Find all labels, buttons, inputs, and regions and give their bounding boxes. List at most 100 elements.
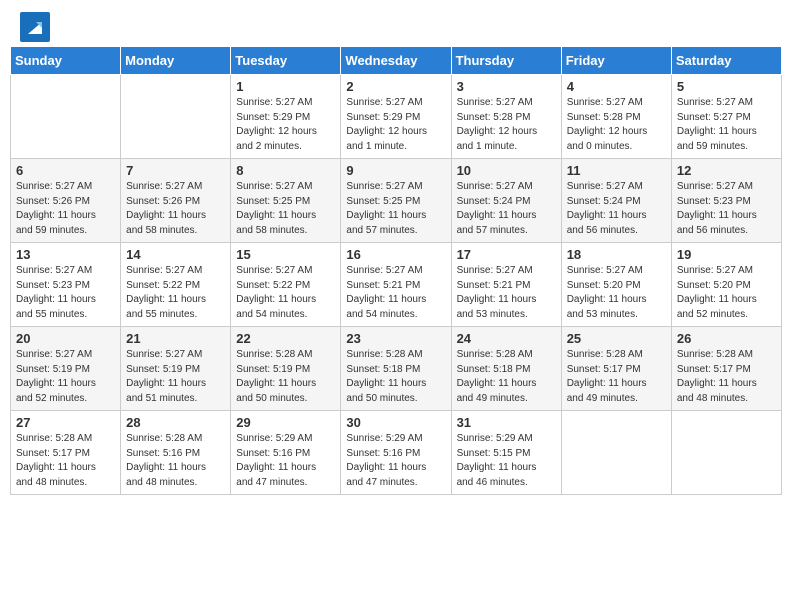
day-number: 8 <box>236 163 335 178</box>
calendar-day-cell: 11 Sunrise: 5:27 AM Sunset: 5:24 PM Dayli… <box>561 159 671 243</box>
calendar-day-cell: 21 Sunrise: 5:27 AM Sunset: 5:19 PM Dayli… <box>121 327 231 411</box>
day-info: Sunrise: 5:27 AM Sunset: 5:24 PM Dayligh… <box>567 180 666 238</box>
day-number: 27 <box>16 415 115 430</box>
calendar-day-cell: 1 Sunrise: 5:27 AM Sunset: 5:29 PM Daylig… <box>231 75 341 159</box>
day-info: Sunrise: 5:27 AM Sunset: 5:28 PM Dayligh… <box>457 96 556 154</box>
day-number: 17 <box>457 247 556 262</box>
day-info: Sunrise: 5:28 AM Sunset: 5:19 PM Dayligh… <box>236 348 335 406</box>
day-info: Sunrise: 5:27 AM Sunset: 5:20 PM Dayligh… <box>677 264 776 322</box>
day-info: Sunrise: 5:28 AM Sunset: 5:18 PM Dayligh… <box>346 348 445 406</box>
day-info: Sunrise: 5:27 AM Sunset: 5:25 PM Dayligh… <box>236 180 335 238</box>
calendar-week-row: 20 Sunrise: 5:27 AM Sunset: 5:19 PM Dayli… <box>11 327 782 411</box>
day-info: Sunrise: 5:27 AM Sunset: 5:23 PM Dayligh… <box>677 180 776 238</box>
calendar-day-cell <box>561 411 671 495</box>
calendar-day-cell: 23 Sunrise: 5:28 AM Sunset: 5:18 PM Dayli… <box>341 327 451 411</box>
day-info: Sunrise: 5:29 AM Sunset: 5:16 PM Dayligh… <box>236 432 335 490</box>
day-info: Sunrise: 5:29 AM Sunset: 5:15 PM Dayligh… <box>457 432 556 490</box>
day-info: Sunrise: 5:27 AM Sunset: 5:29 PM Dayligh… <box>346 96 445 154</box>
calendar-day-cell: 22Sunrise: 5:28 AM Sunset: 5:19 PM Dayli… <box>231 327 341 411</box>
page-header <box>0 0 792 46</box>
day-number: 11 <box>567 163 666 178</box>
calendar-day-header: Sunday <box>11 47 121 75</box>
calendar-day-cell <box>671 411 781 495</box>
calendar-day-cell: 26 Sunrise: 5:28 AM Sunset: 5:17 PM Dayli… <box>671 327 781 411</box>
day-number: 31 <box>457 415 556 430</box>
day-info: Sunrise: 5:28 AM Sunset: 5:17 PM Dayligh… <box>16 432 115 490</box>
day-number: 19 <box>677 247 776 262</box>
calendar-day-cell: 17 Sunrise: 5:27 AM Sunset: 5:21 PM Dayli… <box>451 243 561 327</box>
calendar-day-header: Saturday <box>671 47 781 75</box>
day-number: 1 <box>236 79 335 94</box>
logo <box>20 12 54 42</box>
calendar-day-cell: 14Sunrise: 5:27 AM Sunset: 5:22 PM Dayli… <box>121 243 231 327</box>
day-number: 25 <box>567 331 666 346</box>
day-info: Sunrise: 5:27 AM Sunset: 5:21 PM Dayligh… <box>457 264 556 322</box>
day-number: 24 <box>457 331 556 346</box>
calendar-day-cell: 12 Sunrise: 5:27 AM Sunset: 5:23 PM Dayli… <box>671 159 781 243</box>
calendar-day-cell: 10 Sunrise: 5:27 AM Sunset: 5:24 PM Dayli… <box>451 159 561 243</box>
calendar-day-cell: 31 Sunrise: 5:29 AM Sunset: 5:15 PM Dayli… <box>451 411 561 495</box>
calendar-day-cell: 3 Sunrise: 5:27 AM Sunset: 5:28 PM Daylig… <box>451 75 561 159</box>
calendar-day-cell <box>11 75 121 159</box>
day-number: 10 <box>457 163 556 178</box>
day-number: 12 <box>677 163 776 178</box>
day-number: 20 <box>16 331 115 346</box>
day-number: 30 <box>346 415 445 430</box>
calendar-header-row: SundayMondayTuesdayWednesdayThursdayFrid… <box>11 47 782 75</box>
day-info: Sunrise: 5:27 AM Sunset: 5:26 PM Dayligh… <box>126 180 225 238</box>
day-info: Sunrise: 5:27 AM Sunset: 5:24 PM Dayligh… <box>457 180 556 238</box>
calendar-day-cell <box>121 75 231 159</box>
day-number: 13 <box>16 247 115 262</box>
calendar-wrapper: SundayMondayTuesdayWednesdayThursdayFrid… <box>0 46 792 505</box>
day-info: Sunrise: 5:27 AM Sunset: 5:22 PM Dayligh… <box>236 264 335 322</box>
day-info: Sunrise: 5:27 AM Sunset: 5:25 PM Dayligh… <box>346 180 445 238</box>
calendar-week-row: 1 Sunrise: 5:27 AM Sunset: 5:29 PM Daylig… <box>11 75 782 159</box>
day-info: Sunrise: 5:27 AM Sunset: 5:20 PM Dayligh… <box>567 264 666 322</box>
day-number: 26 <box>677 331 776 346</box>
day-info: Sunrise: 5:27 AM Sunset: 5:21 PM Dayligh… <box>346 264 445 322</box>
calendar-day-cell: 24 Sunrise: 5:28 AM Sunset: 5:18 PM Dayli… <box>451 327 561 411</box>
day-number: 23 <box>346 331 445 346</box>
calendar-day-cell: 18 Sunrise: 5:27 AM Sunset: 5:20 PM Dayli… <box>561 243 671 327</box>
day-info: Sunrise: 5:28 AM Sunset: 5:18 PM Dayligh… <box>457 348 556 406</box>
day-info: Sunrise: 5:27 AM Sunset: 5:29 PM Dayligh… <box>236 96 335 154</box>
day-number: 5 <box>677 79 776 94</box>
day-info: Sunrise: 5:28 AM Sunset: 5:17 PM Dayligh… <box>567 348 666 406</box>
calendar-day-cell: 20 Sunrise: 5:27 AM Sunset: 5:19 PM Dayli… <box>11 327 121 411</box>
day-info: Sunrise: 5:27 AM Sunset: 5:23 PM Dayligh… <box>16 264 115 322</box>
calendar-week-row: 13 Sunrise: 5:27 AM Sunset: 5:23 PM Dayli… <box>11 243 782 327</box>
day-number: 2 <box>346 79 445 94</box>
day-number: 28 <box>126 415 225 430</box>
calendar-day-cell: 6Sunrise: 5:27 AM Sunset: 5:26 PM Daylig… <box>11 159 121 243</box>
day-number: 14 <box>126 247 225 262</box>
calendar-day-cell: 8 Sunrise: 5:27 AM Sunset: 5:25 PM Daylig… <box>231 159 341 243</box>
day-number: 6 <box>16 163 115 178</box>
day-number: 7 <box>126 163 225 178</box>
calendar-day-cell: 7 Sunrise: 5:27 AM Sunset: 5:26 PM Daylig… <box>121 159 231 243</box>
calendar-day-cell: 19 Sunrise: 5:27 AM Sunset: 5:20 PM Dayli… <box>671 243 781 327</box>
calendar-day-cell: 29 Sunrise: 5:29 AM Sunset: 5:16 PM Dayli… <box>231 411 341 495</box>
calendar-day-header: Wednesday <box>341 47 451 75</box>
calendar-week-row: 6 Sunrise: 5:27 AM Sunset: 5:26 PM Daylig… <box>11 159 782 243</box>
calendar-day-cell: 28 Sunrise: 5:28 AM Sunset: 5:16 PM Dayli… <box>121 411 231 495</box>
day-number: 29 <box>236 415 335 430</box>
day-info: Sunrise: 5:29 AM Sunset: 5:16 PM Dayligh… <box>346 432 445 490</box>
day-number: 4 <box>567 79 666 94</box>
calendar-day-cell: 25 Sunrise: 5:28 AM Sunset: 5:17 PM Dayli… <box>561 327 671 411</box>
day-number: 21 <box>126 331 225 346</box>
day-info: Sunrise: 5:27 AM Sunset: 5:19 PM Dayligh… <box>126 348 225 406</box>
calendar-day-cell: 2 Sunrise: 5:27 AM Sunset: 5:29 PM Daylig… <box>341 75 451 159</box>
day-info: Sunrise: 5:27 AM Sunset: 5:19 PM Dayligh… <box>16 348 115 406</box>
calendar-day-cell: 4 Sunrise: 5:27 AM Sunset: 5:28 PM Daylig… <box>561 75 671 159</box>
calendar-table: SundayMondayTuesdayWednesdayThursdayFrid… <box>10 46 782 495</box>
day-number: 3 <box>457 79 556 94</box>
logo-icon <box>20 12 50 42</box>
calendar-day-header: Thursday <box>451 47 561 75</box>
day-info: Sunrise: 5:27 AM Sunset: 5:28 PM Dayligh… <box>567 96 666 154</box>
day-info: Sunrise: 5:28 AM Sunset: 5:17 PM Dayligh… <box>677 348 776 406</box>
calendar-day-header: Monday <box>121 47 231 75</box>
day-info: Sunrise: 5:28 AM Sunset: 5:16 PM Dayligh… <box>126 432 225 490</box>
calendar-day-header: Tuesday <box>231 47 341 75</box>
day-number: 18 <box>567 247 666 262</box>
day-info: Sunrise: 5:27 AM Sunset: 5:27 PM Dayligh… <box>677 96 776 154</box>
